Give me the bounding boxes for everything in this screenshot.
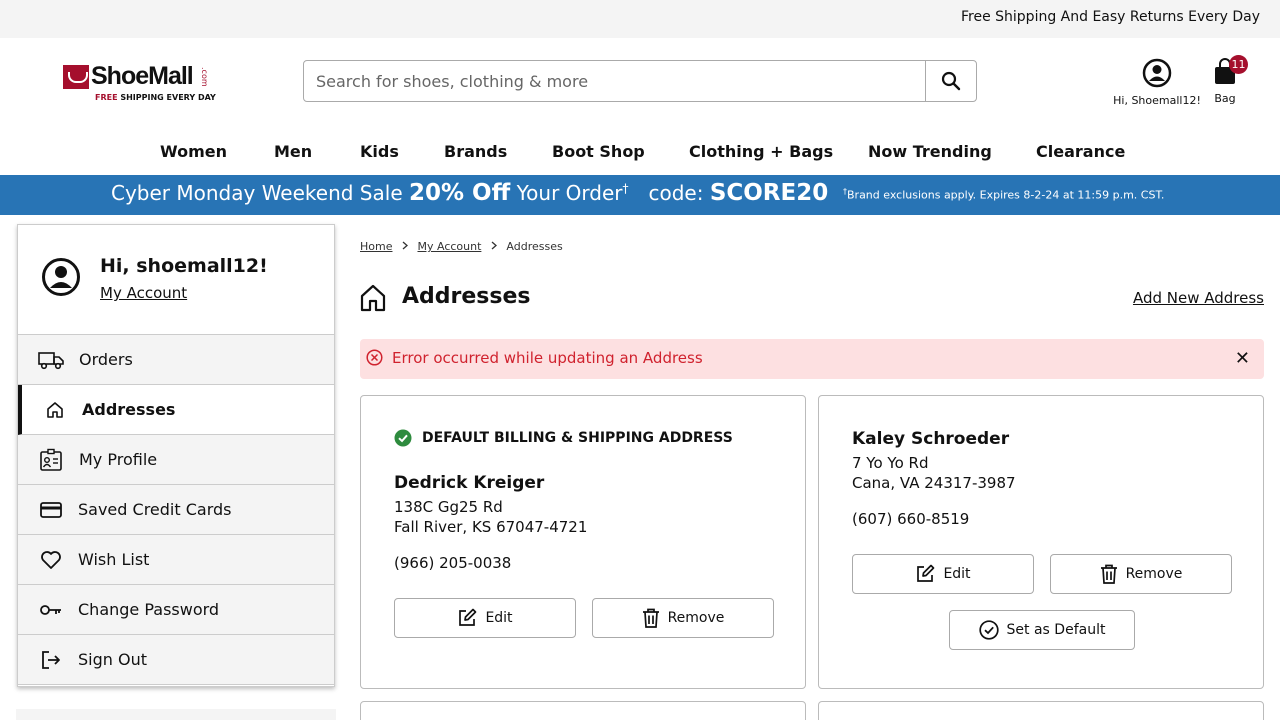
breadcrumb-current: Addresses [506, 240, 563, 253]
default-address-badge: DEFAULT BILLING & SHIPPING ADDRESS [394, 429, 733, 447]
trash-icon [1100, 564, 1118, 584]
logo-shoe-icon [63, 65, 89, 89]
address-city: Fall River, KS 67047-4721 [394, 518, 588, 536]
heart-icon [38, 548, 64, 572]
error-circle-icon [366, 349, 383, 370]
shipping-message: Free Shipping And Easy Returns Every Day [960, 9, 1260, 25]
nav-clothing-bags[interactable]: Clothing + Bags [689, 128, 833, 175]
breadcrumb: Home My Account Addresses [360, 240, 563, 253]
main-nav: Women Men Kids Brands Boot Shop Clothing… [0, 128, 1280, 175]
home-icon [360, 284, 386, 312]
truck-icon [38, 348, 64, 372]
account-sidebar: Hi, shoemall12! My Account Orders Addres… [17, 224, 335, 687]
set-default-button[interactable]: Set as Default [949, 610, 1135, 650]
search-bar [303, 60, 977, 102]
address-card-default: DEFAULT BILLING & SHIPPING ADDRESS Dedri… [360, 395, 806, 689]
address-city: Cana, VA 24317-3987 [852, 474, 1016, 492]
bag-count-badge: 11 [1229, 55, 1248, 74]
bag-label: Bag [1214, 92, 1236, 105]
check-circle-icon [394, 429, 412, 447]
remove-address-button[interactable]: Remove [592, 598, 774, 638]
sidebar-item-saved-credit-cards[interactable]: Saved Credit Cards [18, 485, 334, 535]
chevron-right-icon [491, 240, 497, 253]
breadcrumb-home[interactable]: Home [360, 240, 392, 253]
logo-wordmark: ShoeMall [91, 62, 194, 90]
page-title: Addresses [402, 284, 531, 309]
sidebar-item-label: Sign Out [78, 650, 147, 669]
trash-icon [642, 608, 660, 628]
edit-address-button[interactable]: Edit [852, 554, 1034, 594]
add-new-address-link[interactable]: Add New Address [1133, 289, 1264, 307]
sidebar-item-addresses[interactable]: Addresses [18, 385, 334, 435]
close-icon[interactable]: ✕ [1235, 348, 1250, 369]
search-input[interactable] [304, 61, 926, 101]
account-menu[interactable]: Hi, Shoemall12! [1110, 58, 1204, 107]
address-name: Dedrick Kreiger [394, 473, 545, 493]
sign-out-icon [38, 648, 64, 672]
edit-icon [457, 608, 477, 628]
sidebar-item-change-password[interactable]: Change Password [18, 585, 334, 635]
top-bar: Free Shipping And Easy Returns Every Day [0, 0, 1280, 38]
sidebar-item-label: My Profile [79, 450, 158, 469]
nav-boot-shop[interactable]: Boot Shop [552, 128, 645, 175]
edit-address-button[interactable]: Edit [394, 598, 576, 638]
address-phone: (607) 660-8519 [852, 510, 970, 528]
address-card [360, 701, 806, 720]
address-street: 7 Yo Yo Rd [852, 454, 929, 472]
nav-now-trending[interactable]: Now Trending [868, 128, 992, 175]
logo-tagline: FREE SHIPPING EVERY DAY [95, 93, 216, 102]
user-circle-icon [42, 258, 80, 296]
nav-kids[interactable]: Kids [360, 128, 399, 175]
avatar [41, 257, 81, 301]
address-street: 138C Gg25 Rd [394, 498, 503, 516]
search-button[interactable] [925, 61, 976, 101]
sidebar-item-label: Change Password [78, 600, 220, 619]
search-icon [941, 71, 961, 91]
sidebar-header: Hi, shoemall12! My Account [18, 225, 334, 335]
my-account-link[interactable]: My Account [100, 284, 187, 302]
error-message: Error occurred while updating an Address [392, 349, 703, 367]
credit-card-icon [38, 498, 64, 522]
error-alert: Error occurred while updating an Address… [360, 339, 1264, 379]
address-card: Kaley Schroeder 7 Yo Yo Rd Cana, VA 2431… [818, 395, 1264, 689]
sidebar-item-label: Orders [79, 350, 133, 369]
nav-men[interactable]: Men [274, 128, 312, 175]
home-icon [42, 398, 68, 422]
chevron-right-icon [402, 240, 408, 253]
nav-women[interactable]: Women [160, 128, 227, 175]
address-card [818, 701, 1264, 720]
sidebar-item-label: Wish List [78, 550, 150, 569]
check-circle-outline-icon [978, 620, 999, 640]
promo-message: Cyber Monday Weekend Sale 20% Off Your O… [111, 180, 829, 206]
sidebar-item-label: Saved Credit Cards [78, 500, 232, 519]
shopping-bag[interactable]: 11 Bag [1208, 55, 1248, 105]
sidebar-footer-panel [16, 709, 336, 720]
sidebar-item-sign-out[interactable]: Sign Out [18, 635, 334, 685]
shoemall-logo[interactable]: ShoeMall .com FREE SHIPPING EVERY DAY [63, 62, 223, 105]
promo-banner[interactable]: Cyber Monday Weekend Sale 20% Off Your O… [0, 175, 1280, 215]
promo-fine-print: †Brand exclusions apply. Expires 8-2-24 … [843, 187, 1165, 202]
remove-address-button[interactable]: Remove [1050, 554, 1232, 594]
user-circle-icon [1142, 58, 1172, 88]
profile-card-icon [38, 448, 64, 472]
key-icon [38, 598, 64, 622]
site-header: ShoeMall .com FREE SHIPPING EVERY DAY Hi… [0, 38, 1280, 128]
promo-code: SCORE20 [709, 180, 829, 206]
nav-brands[interactable]: Brands [444, 128, 507, 175]
address-phone: (966) 205-0038 [394, 554, 512, 572]
sidebar-item-wish-list[interactable]: Wish List [18, 535, 334, 585]
logo-dotcom: .com [200, 67, 209, 87]
account-greeting: Hi, Shoemall12! [1113, 94, 1201, 107]
sidebar-item-label: Addresses [82, 400, 176, 419]
breadcrumb-my-account[interactable]: My Account [417, 240, 481, 253]
sidebar-item-my-profile[interactable]: My Profile [18, 435, 334, 485]
address-name: Kaley Schroeder [852, 429, 1010, 449]
nav-clearance[interactable]: Clearance [1036, 128, 1125, 175]
sidebar-greeting: Hi, shoemall12! [100, 255, 268, 277]
sidebar-item-orders[interactable]: Orders [18, 335, 334, 385]
edit-icon [915, 564, 935, 584]
